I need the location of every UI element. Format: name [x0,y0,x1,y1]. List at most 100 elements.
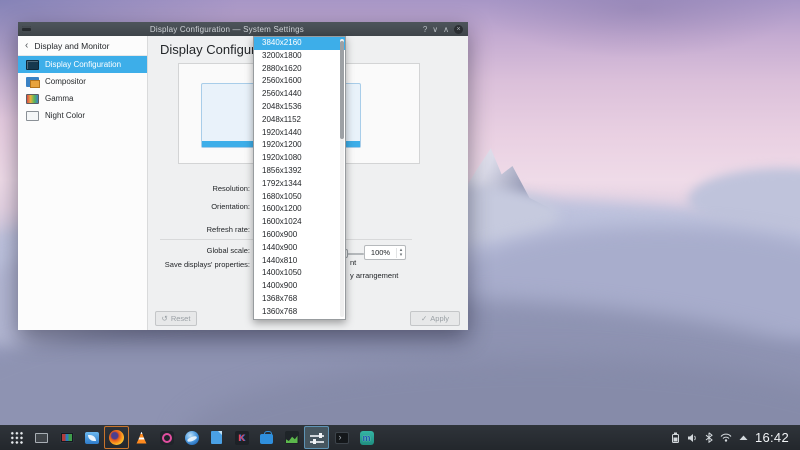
resolution-option[interactable]: 1368x768 [254,293,345,306]
document-app-icon [211,431,222,444]
task-globe-browser[interactable] [179,426,204,449]
sidebar: ‹ Display and Monitor Display Configurat… [18,36,148,330]
system-settings-icon [310,432,324,444]
task-system-settings[interactable] [304,426,329,449]
apply-icon: ✓ [421,314,427,323]
teal-app-icon [360,431,374,445]
resolution-option[interactable]: 3200x1800 [254,50,345,63]
resolution-option[interactable]: 2560x1600 [254,75,345,88]
discover-icon [260,434,273,444]
task-pink-media[interactable] [154,426,179,449]
wifi-icon[interactable] [720,433,732,442]
task-teal-app[interactable] [354,426,379,449]
task-discover[interactable] [254,426,279,449]
globe-browser-icon [185,431,199,445]
refresh-rate-label: Refresh rate: [150,225,250,234]
resolution-option[interactable]: 1920x1080 [254,152,345,165]
titlebar[interactable]: Display Configuration — System Settings … [18,22,468,36]
resolution-option[interactable]: 2880x1620 [254,63,345,76]
help-button[interactable]: ? [423,25,427,34]
save-displays-properties-label: Save displays' properties: [150,260,250,269]
pink-media-icon [160,431,174,445]
resolution-option[interactable]: 2560x1440 [254,88,345,101]
resolution-option[interactable]: 1856x1392 [254,165,345,178]
bluetooth-icon[interactable] [705,432,713,443]
resolution-option[interactable]: 1920x1440 [254,127,345,140]
compositor-icon [26,77,39,87]
system-tray: 16:42 [671,430,796,445]
close-button[interactable]: × [454,25,463,34]
sidebar-item-night-color[interactable]: Night Color [18,107,147,124]
task-pager[interactable] [29,426,54,449]
file-manager-icon [85,432,99,444]
battery-icon[interactable] [671,432,680,443]
resolution-option[interactable]: 1792x1344 [254,178,345,191]
sidebar-list: Display Configuration Compositor Gamma [18,56,147,124]
night-color-icon [26,111,39,121]
resolution-option[interactable]: 1440x900 [254,242,345,255]
resolution-option[interactable]: 1400x900 [254,280,345,293]
sidebar-item-label: Gamma [45,94,73,103]
maximize-button[interactable]: ∧ [443,25,449,34]
krita-icon [235,431,249,445]
vlc-icon [135,432,148,444]
desktop: Display Configuration — System Settings … [0,0,800,450]
resolution-option[interactable]: 1360x768 [254,306,345,319]
clock[interactable]: 16:42 [755,430,789,445]
task-launcher[interactable] [4,426,29,449]
sidebar-back-header[interactable]: ‹ Display and Monitor [18,36,147,56]
task-terminal[interactable] [329,426,354,449]
sidebar-item-label: Display Configuration [45,60,121,69]
system-monitor-icon [285,431,299,444]
resolution-option[interactable]: 1400x1050 [254,267,345,280]
resolution-option[interactable]: 2048x1152 [254,114,345,127]
resolution-option[interactable]: 3840x2160 [254,37,345,50]
dropdown-scrollbar-thumb[interactable] [340,41,344,139]
tray-expand-icon[interactable] [739,435,748,441]
task-file-manager[interactable] [79,426,104,449]
resolution-option[interactable]: 1600x1024 [254,216,345,229]
apply-button[interactable]: ✓ Apply [410,311,460,326]
spinbox-arrows[interactable]: ▴ ▾ [396,248,405,258]
radio-label-fragment-1[interactable]: nt [350,258,356,267]
reset-label: Reset [171,314,191,323]
sidebar-item-compositor[interactable]: Compositor [18,73,147,90]
sidebar-item-label: Night Color [45,111,85,120]
resolution-dropdown-list: 3840x2160 3200x1800 2880x1620 2560x1600 … [254,37,345,319]
resolution-option[interactable]: 2048x1536 [254,101,345,114]
apply-label: Apply [430,314,449,323]
pager-icon [35,433,48,443]
task-firefox[interactable] [104,426,129,449]
sidebar-item-gamma[interactable]: Gamma [18,90,147,107]
minimize-button[interactable]: ∨ [432,25,438,34]
task-media-display[interactable] [54,426,79,449]
firefox-icon [109,430,124,445]
media-display-icon [60,432,74,443]
sidebar-header-label: Display and Monitor [34,41,109,51]
scale-spinbox[interactable]: 100% ▴ ▾ [364,245,406,260]
resolution-option[interactable]: 1600x1200 [254,203,345,216]
radio-label-fragment-2[interactable]: y arrangement [350,271,398,280]
task-list [4,426,379,449]
sidebar-item-label: Compositor [45,77,86,86]
task-system-monitor[interactable] [279,426,304,449]
resolution-option[interactable]: 1680x1050 [254,191,345,204]
resolution-option[interactable]: 1920x1200 [254,139,345,152]
sidebar-item-display-configuration[interactable]: Display Configuration [18,56,147,73]
spin-down-icon[interactable]: ▾ [400,253,403,258]
task-krita[interactable] [229,426,254,449]
dropdown-scrollbar[interactable] [340,39,344,317]
resolution-option[interactable]: 1600x900 [254,229,345,242]
window-title: Display Configuration — System Settings [31,25,423,34]
task-document-app[interactable] [204,426,229,449]
terminal-icon [335,432,349,444]
global-scale-label: Global scale: [150,246,250,255]
task-vlc[interactable] [129,426,154,449]
gamma-icon [26,94,39,104]
resolution-option[interactable]: 1440x810 [254,255,345,268]
volume-icon[interactable] [687,433,698,443]
app-icon [22,26,31,33]
display-config-icon [26,60,39,70]
reset-button[interactable]: ↺ Reset [155,311,197,326]
reset-icon: ↺ [162,314,168,323]
